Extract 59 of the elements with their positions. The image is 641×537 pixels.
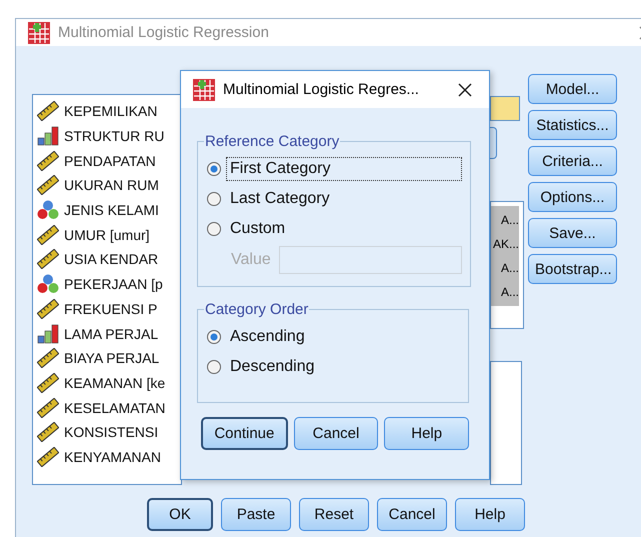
covariate-list[interactable] bbox=[490, 361, 522, 485]
variable-item[interactable]: STRUKTUR RU bbox=[64, 128, 164, 144]
radio-label[interactable]: First Category bbox=[226, 157, 462, 181]
table-icon bbox=[193, 78, 215, 100]
factor-list[interactable]: A... AK... A... A... bbox=[490, 201, 524, 329]
radio-label[interactable]: Custom bbox=[226, 217, 290, 241]
dialog-button[interactable]: Statistics... bbox=[528, 110, 617, 140]
close-icon[interactable] bbox=[457, 82, 473, 98]
variable-item[interactable]: FREKUENSI P bbox=[64, 300, 158, 317]
radio-label[interactable]: Last Category bbox=[226, 187, 334, 211]
table-icon bbox=[28, 22, 50, 44]
factor-item[interactable]: A... bbox=[500, 280, 519, 304]
factor-item[interactable]: A... bbox=[500, 208, 519, 232]
radio-button[interactable] bbox=[206, 221, 222, 237]
dialog-button[interactable]: Cancel bbox=[294, 417, 378, 450]
dialog-button[interactable]: Reset bbox=[299, 498, 369, 531]
variable-item[interactable]: PENDAPATAN bbox=[64, 152, 156, 169]
bar-chart-icon bbox=[37, 126, 59, 146]
variable-list[interactable]: KEPEMILIKAN STRUKTUR RU PENDAPATAN UKURAN RUM JENIS KELAMI UMUR [umur] USIA KENDAR PEKERJAAN [p FREKUENSI P LAMA PERJAL BIAYA PERJAL KEAMANAN [ke KESELAMATAN KONSISTENSI KENYAMANAN bbox=[32, 94, 182, 485]
radio-button[interactable] bbox=[206, 329, 222, 345]
dialog-button[interactable]: Cancel bbox=[377, 498, 447, 531]
variable-item[interactable]: PEKERJAAN [p bbox=[64, 276, 163, 292]
dialog-button[interactable]: Bootstrap... bbox=[528, 254, 617, 284]
variable-item[interactable]: UMUR [umur] bbox=[64, 226, 150, 243]
dialog-button[interactable]: Criteria... bbox=[528, 146, 617, 176]
dialog-button[interactable]: Help bbox=[455, 498, 525, 531]
variable-item[interactable]: JENIS KELAMI bbox=[64, 202, 159, 218]
radio-label[interactable]: Ascending bbox=[226, 325, 309, 349]
radio-label[interactable]: Descending bbox=[226, 355, 318, 379]
circles-icon bbox=[37, 200, 59, 220]
variable-item[interactable]: KEAMANAN [ke bbox=[64, 374, 166, 391]
variable-item[interactable]: KENYAMANAN bbox=[64, 448, 161, 465]
factor-item[interactable]: A... bbox=[500, 256, 519, 280]
dependent-field[interactable] bbox=[490, 96, 520, 121]
window-title: Multinomial Logistic Regression bbox=[58, 24, 270, 41]
radio-button[interactable] bbox=[206, 161, 222, 177]
dialog-button[interactable]: Options... bbox=[528, 182, 617, 212]
variable-item[interactable]: KEPEMILIKAN bbox=[64, 103, 158, 120]
circles-icon bbox=[37, 274, 59, 294]
variable-item[interactable]: UKURAN RUM bbox=[64, 177, 159, 194]
variable-item[interactable]: KESELAMATAN bbox=[64, 400, 166, 416]
variable-item[interactable]: KONSISTENSI bbox=[64, 424, 158, 440]
factor-item[interactable]: AK... bbox=[492, 232, 519, 256]
variable-item[interactable]: BIAYA PERJAL bbox=[64, 350, 160, 366]
dialog-button[interactable]: OK bbox=[147, 498, 213, 531]
dialog-button[interactable]: Save... bbox=[528, 218, 617, 248]
dialog-button[interactable]: Continue bbox=[201, 417, 288, 450]
group-title: Category Order bbox=[204, 301, 310, 318]
dialog-button[interactable]: Model... bbox=[528, 74, 617, 104]
radio-button[interactable] bbox=[206, 359, 222, 375]
dialog-button[interactable]: Help bbox=[384, 417, 470, 450]
radio-button[interactable] bbox=[206, 191, 222, 207]
group-title: Reference Category bbox=[204, 133, 340, 150]
variable-item[interactable]: USIA KENDAR bbox=[64, 251, 158, 268]
dialog-button[interactable]: Paste bbox=[221, 498, 291, 531]
variable-item[interactable]: LAMA PERJAL bbox=[64, 326, 158, 342]
dialog-title: Multinomial Logistic Regres... bbox=[223, 81, 420, 98]
bar-chart-icon bbox=[37, 324, 59, 344]
value-label: Value bbox=[231, 251, 271, 269]
